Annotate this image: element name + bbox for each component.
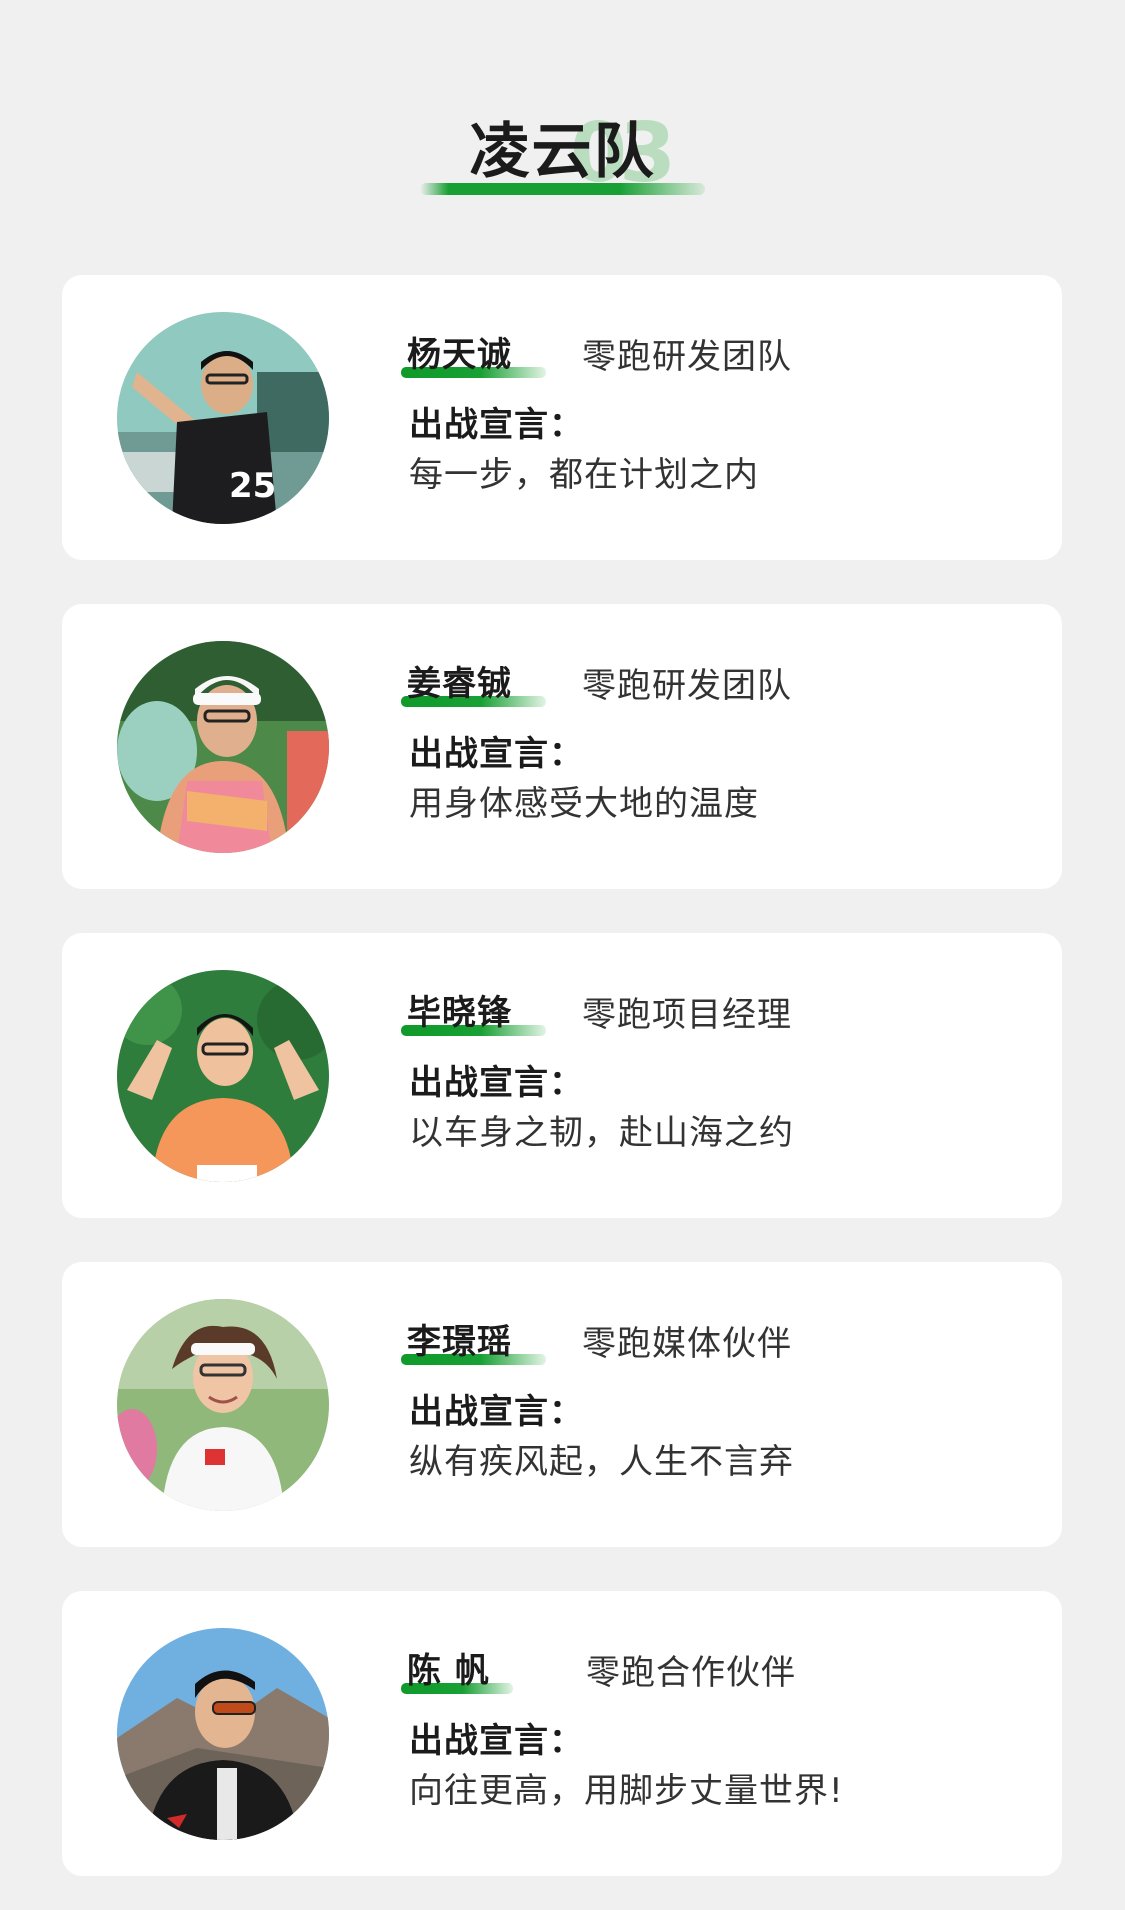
member-avatar: 25 — [117, 312, 329, 524]
slogan-label: 出战宣言： — [409, 734, 584, 774]
member-name: 李璟瑶 — [407, 1322, 512, 1362]
team-header: 03 凌云队 — [0, 0, 1125, 230]
member-name-wrap: 姜睿铖 — [401, 662, 546, 712]
member-name: 陈 帆 — [407, 1651, 490, 1691]
runner-photo — [117, 641, 329, 853]
slogan-label: 出战宣言： — [409, 1721, 584, 1761]
runner-photo — [117, 1299, 329, 1511]
member-role: 零跑项目经理 — [582, 995, 792, 1035]
runner-photo — [117, 970, 329, 1182]
member-role: 零跑媒体伙伴 — [582, 1324, 792, 1364]
member-role: 零跑合作伙伴 — [586, 1653, 796, 1693]
slogan-label: 出战宣言： — [409, 1392, 584, 1432]
slogan-label: 出战宣言： — [409, 405, 584, 445]
member-card: 姜睿铖 零跑研发团队 出战宣言： 用身体感受大地的温度 — [62, 604, 1062, 889]
member-name: 毕晓锋 — [407, 993, 512, 1033]
member-role: 零跑研发团队 — [582, 337, 792, 377]
member-avatar — [117, 1628, 329, 1840]
member-card: 毕晓锋 零跑项目经理 出战宣言： 以车身之韧，赴山海之约 — [62, 933, 1062, 1218]
member-slogan: 纵有疾风起，人生不言弃 — [409, 1442, 794, 1482]
member-avatar — [117, 1299, 329, 1511]
member-slogan: 向往更高，用脚步丈量世界! — [409, 1771, 844, 1811]
member-avatar — [117, 970, 329, 1182]
runner-photo: 25 — [117, 312, 329, 524]
member-name-wrap: 杨天诚 — [401, 333, 546, 383]
runner-photo — [117, 1628, 329, 1840]
slogan-label: 出战宣言： — [409, 1063, 584, 1103]
team-title: 凌云队 — [469, 117, 656, 187]
member-avatar — [117, 641, 329, 853]
member-name: 姜睿铖 — [407, 664, 512, 704]
member-role: 零跑研发团队 — [582, 666, 792, 706]
svg-text:25: 25 — [229, 466, 276, 506]
member-name-wrap: 陈 帆 — [401, 1649, 513, 1699]
member-slogan: 用身体感受大地的温度 — [409, 784, 759, 824]
member-name-wrap: 李璟瑶 — [401, 1320, 546, 1370]
member-card: 25 杨天诚 零跑研发团队 出战宣言： 每一步，都在计划之内 — [62, 275, 1062, 560]
member-card: 李璟瑶 零跑媒体伙伴 出战宣言： 纵有疾风起，人生不言弃 — [62, 1262, 1062, 1547]
member-name: 杨天诚 — [407, 335, 512, 375]
member-card: 陈 帆 零跑合作伙伴 出战宣言： 向往更高，用脚步丈量世界! — [62, 1591, 1062, 1876]
member-slogan: 每一步，都在计划之内 — [409, 455, 759, 495]
member-slogan: 以车身之韧，赴山海之约 — [409, 1113, 794, 1153]
member-name-wrap: 毕晓锋 — [401, 991, 546, 1041]
